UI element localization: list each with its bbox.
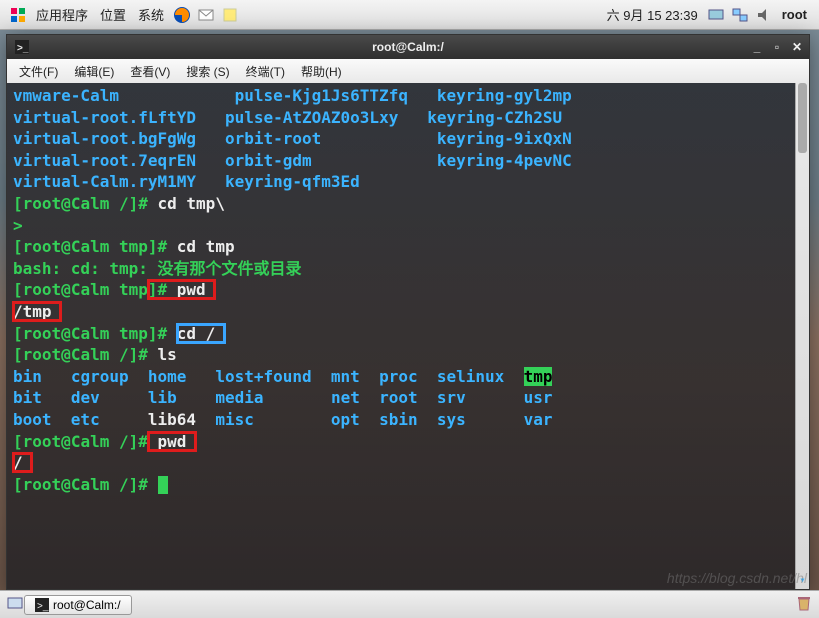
firefox-icon[interactable]: [172, 5, 192, 25]
scrollbar[interactable]: ▾: [795, 83, 809, 589]
taskbar-entry[interactable]: >_ root@Calm:/: [24, 595, 132, 615]
menu-help[interactable]: 帮助(H): [293, 63, 350, 80]
prompt: [root@Calm /]#: [13, 475, 158, 494]
menubar: 文件(F) 编辑(E) 查看(V) 搜索 (S) 终端(T) 帮助(H): [7, 59, 809, 83]
menu-system[interactable]: 系统: [132, 5, 170, 24]
user-label[interactable]: root: [776, 7, 813, 22]
ls-entry: vmware-Calm: [13, 86, 119, 105]
window-title: root@Calm:/: [7, 40, 809, 54]
maximize-button[interactable]: ▫: [771, 40, 783, 54]
scrollbar-thumb[interactable]: [798, 83, 807, 153]
ls-entry: pulse-AtZOAZ0o3Lxy: [225, 108, 398, 127]
display-icon[interactable]: [706, 5, 726, 25]
ls-entry: virtual-root.bgFgWg: [13, 129, 196, 148]
top-panel: 应用程序 位置 系统 六 9月 15 23:39 root: [0, 0, 819, 30]
prompt: [root@Calm tmp]#: [13, 237, 177, 256]
ls-row: bin cgroup home lost+found mnt proc seli…: [13, 366, 803, 388]
menu-view[interactable]: 查看(V): [122, 63, 178, 80]
ls-entry: keyring-qfm3Ed: [225, 172, 360, 191]
trash-icon[interactable]: [795, 594, 813, 615]
terminal-body[interactable]: ▾ vmware-Calm pulse-Kjg1Js6TTZfq keyring…: [7, 83, 809, 589]
mail-icon[interactable]: [196, 5, 216, 25]
ls-entry: virtual-Calm.ryM1MY: [13, 172, 196, 191]
ls-entry: pulse-Kjg1Js6TTZfq: [235, 86, 408, 105]
ls-row: bit dev lib media net root srv usr: [13, 387, 803, 409]
prompt-cont: >: [13, 216, 23, 235]
ls-entry: orbit-root: [225, 129, 321, 148]
prompt: [root@Calm tmp: [13, 280, 148, 299]
minimize-button[interactable]: _: [751, 40, 763, 54]
error-output: bash: cd: tmp: 没有那个文件或目录: [13, 259, 302, 278]
sound-icon[interactable]: [754, 5, 774, 25]
network-icon[interactable]: [730, 5, 750, 25]
menu-edit[interactable]: 编辑(E): [66, 63, 122, 80]
menu-places[interactable]: 位置: [94, 5, 132, 24]
menu-icon[interactable]: [8, 5, 28, 25]
annotation-box: /: [13, 453, 32, 472]
cmd: cd tmp: [177, 237, 235, 256]
ls-entry: keyring-CZh2SU: [427, 108, 562, 127]
annotation-box: cd /: [177, 324, 225, 343]
notes-icon[interactable]: [220, 5, 240, 25]
cmd: ls: [158, 345, 177, 364]
annotation-box: pwd: [148, 432, 196, 451]
ls-entry: virtual-root.7eqrEN: [13, 151, 196, 170]
ls-entry: keyring-gyl2mp: [437, 86, 572, 105]
close-button[interactable]: ✕: [791, 40, 803, 54]
cmd: cd tmp\: [158, 194, 225, 213]
terminal-window: >_ root@Calm:/ _ ▫ ✕ 文件(F) 编辑(E) 查看(V) 搜…: [6, 34, 810, 590]
ls-entry: keyring-4pevNC: [437, 151, 572, 170]
titlebar[interactable]: >_ root@Calm:/ _ ▫ ✕: [7, 35, 809, 59]
ls-entry: keyring-9ixQxN: [437, 129, 572, 148]
menu-terminal[interactable]: 终端(T): [238, 63, 293, 80]
svg-text:>_: >_: [37, 601, 49, 612]
ls-entry: orbit-gdm: [225, 151, 312, 170]
prompt: [root@Calm tmp]#: [13, 324, 177, 343]
ls-entry-highlight: tmp: [524, 367, 553, 386]
show-desktop-icon[interactable]: [6, 594, 24, 615]
prompt: [root@Calm /]#: [13, 432, 148, 451]
menu-applications[interactable]: 应用程序: [30, 5, 94, 24]
ls-entry: virtual-root.fLftYD: [13, 108, 196, 127]
annotation-box: ]# pwd: [148, 280, 215, 299]
prompt: [root@Calm /]#: [13, 194, 158, 213]
ls-row: boot etc lib64 misc opt sbin sys var: [13, 409, 803, 431]
prompt: [root@Calm /]#: [13, 345, 158, 364]
taskbar-entry-label: root@Calm:/: [53, 598, 121, 612]
annotation-box: /tmp: [13, 302, 61, 321]
menu-file[interactable]: 文件(F): [11, 63, 66, 80]
bottom-taskbar: >_ root@Calm:/: [0, 590, 819, 618]
watermark: https://blog.csdn.net/hl: [667, 570, 807, 586]
clock[interactable]: 六 9月 15 23:39: [601, 5, 704, 24]
menu-search[interactable]: 搜索 (S): [178, 63, 237, 80]
cursor: [158, 476, 168, 494]
